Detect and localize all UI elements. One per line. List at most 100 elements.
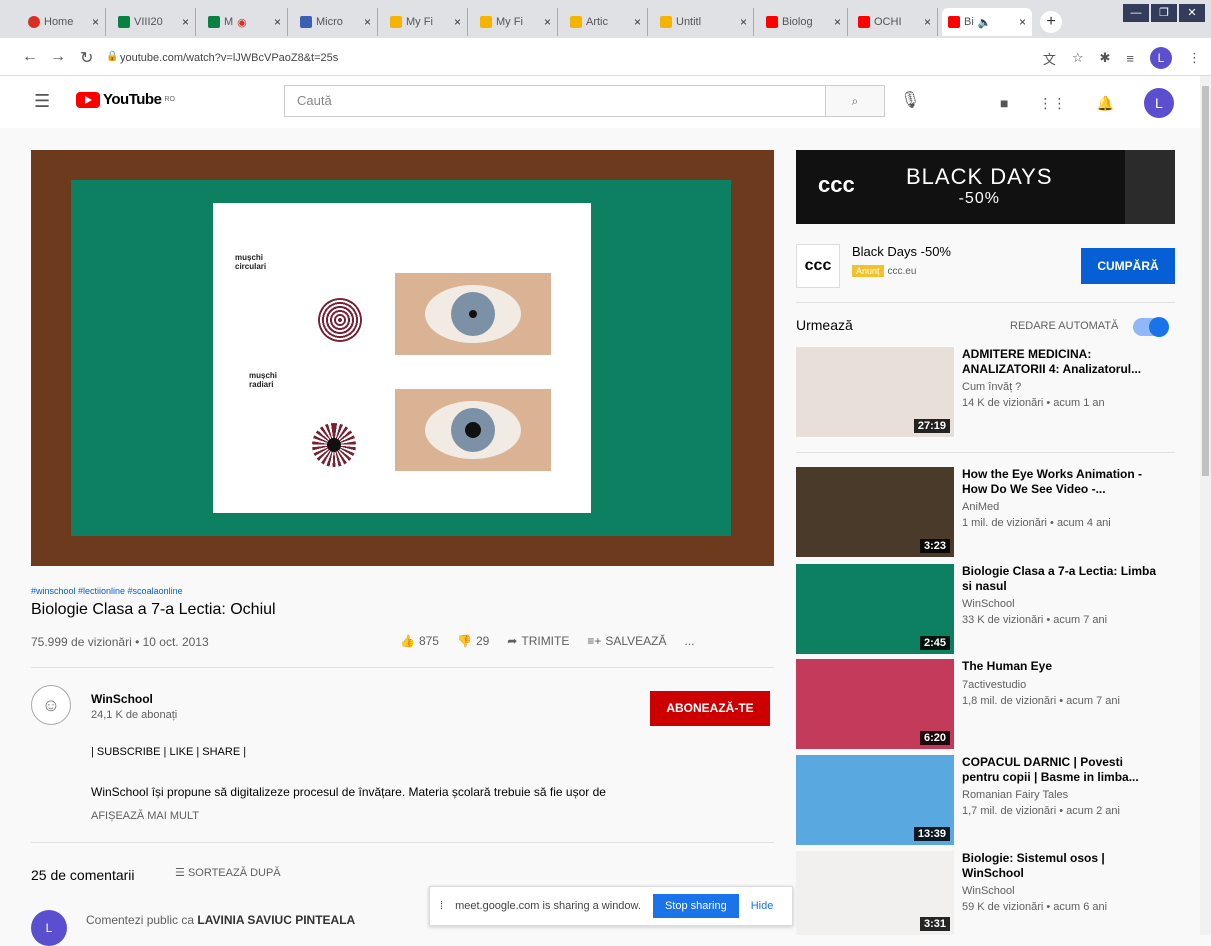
eye-image: [395, 273, 551, 355]
video-thumbnail[interactable]: 6:20: [796, 659, 954, 749]
subscribe-button[interactable]: ABONEAZĂ-TE: [650, 691, 770, 726]
video-channel[interactable]: WinSchool: [962, 885, 1015, 897]
sort-comments-button[interactable]: ☰ SORTEAZĂ DUPĂ: [175, 866, 281, 879]
close-tab-icon[interactable]: ×: [924, 15, 931, 29]
video-meta: 1,7 mil. de vizionări • acum 2 ani: [962, 805, 1120, 817]
close-tab-icon[interactable]: ×: [740, 15, 747, 29]
tab-favicon-icon: [118, 16, 130, 28]
profile-avatar[interactable]: L: [1150, 47, 1172, 69]
suggested-video[interactable]: 3:31 Biologie: Sistemul osos | WinSchool…: [796, 851, 1186, 941]
maximize-icon[interactable]: ❐: [1151, 4, 1177, 22]
reload-icon[interactable]: ↻: [80, 48, 93, 68]
thumbs-down-icon: 👎: [456, 634, 472, 648]
suggested-video[interactable]: 2:45 Biologie Clasa a 7-a Lectia: Limba …: [796, 564, 1186, 654]
audio-icon: 🔈: [977, 16, 992, 29]
suggested-video[interactable]: 6:20 The Human Eye 7activestudio 1,8 mil…: [796, 659, 1186, 749]
video-title[interactable]: ADMITERE MEDICINA: ANALIZATORII 4: Anali…: [962, 347, 1162, 377]
video-title[interactable]: COPACUL DARNIC | Povesti pentru copii | …: [962, 755, 1162, 785]
video-title[interactable]: How the Eye Works Animation - How Do We …: [962, 467, 1162, 497]
browser-tab[interactable]: My Fi ×: [384, 8, 468, 36]
minimize-icon[interactable]: —: [1123, 4, 1149, 22]
reading-list-icon[interactable]: ≡: [1126, 51, 1134, 66]
video-channel[interactable]: WinSchool: [962, 598, 1015, 610]
video-meta: 1 mil. de vizionări • acum 4 ani: [962, 517, 1111, 529]
browser-tab[interactable]: Home ×: [22, 8, 106, 36]
close-tab-icon[interactable]: ×: [834, 15, 841, 29]
account-avatar[interactable]: L: [1143, 88, 1174, 118]
video-channel[interactable]: 7activestudio: [962, 679, 1026, 691]
hamburger-menu-icon[interactable]: ☰: [34, 91, 50, 112]
new-tab-button[interactable]: +: [1040, 11, 1062, 33]
browser-tab[interactable]: OCHI ×: [852, 8, 938, 36]
share-button[interactable]: ➦ TRIMITE: [507, 634, 569, 648]
forward-icon[interactable]: →: [50, 48, 66, 66]
video-title[interactable]: The Human Eye: [962, 659, 1162, 674]
menu-kebab-icon[interactable]: ⋮: [1188, 50, 1201, 66]
like-button[interactable]: 👍 875: [400, 634, 439, 648]
page-scrollbar[interactable]: [1200, 76, 1211, 935]
channel-name[interactable]: WinSchool: [91, 692, 153, 706]
close-tab-icon[interactable]: ×: [274, 15, 281, 29]
ad-banner[interactable]: ccc BLACK DAYS -50%: [796, 150, 1175, 224]
browser-tab[interactable]: Untitl ×: [654, 8, 754, 36]
back-icon[interactable]: ←: [22, 48, 38, 66]
ad-logo[interactable]: ccc: [796, 244, 840, 288]
browser-tab[interactable]: Biolog ×: [760, 8, 848, 36]
search-button[interactable]: ⌕: [825, 85, 885, 117]
ad-cta-button[interactable]: CUMPĂRĂ: [1081, 248, 1175, 284]
browser-tab[interactable]: My Fi ×: [474, 8, 558, 36]
video-thumbnail[interactable]: 27:19: [796, 347, 954, 437]
url-field[interactable]: youtube.com/watch?v=lJWBcVPaoZ8&t=25s: [120, 52, 338, 64]
hide-button[interactable]: Hide: [751, 900, 774, 912]
browser-tab[interactable]: M ◉ ×: [202, 8, 288, 36]
video-player[interactable]: mușchi circulari mușchi radiari: [31, 150, 774, 566]
browser-tab-active[interactable]: Bi 🔈 ×: [942, 8, 1032, 36]
video-title[interactable]: Biologie: Sistemul osos | WinSchool: [962, 851, 1162, 881]
microphone-icon[interactable]: 🎙: [900, 90, 920, 110]
video-channel[interactable]: Cum învăț ?: [962, 381, 1021, 393]
close-tab-icon[interactable]: ×: [182, 15, 189, 29]
browser-tab[interactable]: Artic ×: [564, 8, 648, 36]
video-thumbnail[interactable]: 2:45: [796, 564, 954, 654]
video-channel[interactable]: AniMed: [962, 501, 999, 513]
suggested-video[interactable]: 27:19 ADMITERE MEDICINA: ANALIZATORII 4:…: [796, 347, 1186, 437]
video-channel[interactable]: Romanian Fairy Tales: [962, 789, 1068, 801]
close-tab-icon[interactable]: ×: [454, 15, 461, 29]
video-duration: 3:31: [919, 917, 950, 931]
bookmark-star-icon[interactable]: ☆: [1072, 50, 1084, 66]
drag-handle-icon[interactable]: ⁞: [440, 900, 443, 912]
close-tab-icon[interactable]: ×: [364, 15, 371, 29]
suggested-video[interactable]: 3:23 How the Eye Works Animation - How D…: [796, 467, 1186, 557]
comment-input[interactable]: Comentezi public ca LAVINIA SAVIUC PINTE…: [86, 913, 355, 927]
save-button[interactable]: ≡+ SALVEAZĂ: [587, 634, 666, 648]
close-tab-icon[interactable]: ×: [92, 15, 99, 29]
screen-share-bar: ⁞ meet.google.com is sharing a window. S…: [429, 886, 793, 926]
scrollbar-thumb[interactable]: [1202, 86, 1209, 476]
ad-title[interactable]: Black Days -50%: [852, 244, 951, 259]
close-tab-icon[interactable]: ×: [544, 15, 551, 29]
more-actions-button[interactable]: ...: [685, 634, 695, 648]
show-more-button[interactable]: AFIȘEAZĂ MAI MULT: [91, 810, 199, 822]
translate-icon[interactable]: 文: [1043, 49, 1056, 68]
notifications-bell-icon[interactable]: 🔔: [1096, 95, 1113, 112]
video-thumbnail[interactable]: 3:31: [796, 851, 954, 935]
suggested-video[interactable]: 13:39 COPACUL DARNIC | Povesti pentru co…: [796, 755, 1186, 845]
video-thumbnail[interactable]: 3:23: [796, 467, 954, 557]
browser-tab[interactable]: VIII20 ×: [112, 8, 196, 36]
stop-sharing-button[interactable]: Stop sharing: [652, 894, 739, 918]
extensions-icon[interactable]: ✱: [1100, 50, 1111, 66]
video-hashtags[interactable]: #winschool #lectiionline #scoalaonline: [31, 586, 183, 596]
channel-avatar[interactable]: ☺: [31, 685, 71, 725]
dislike-button[interactable]: 👎 29: [457, 634, 489, 648]
youtube-logo[interactable]: YouTube RO: [76, 91, 175, 108]
video-thumbnail[interactable]: 13:39: [796, 755, 954, 845]
browser-tab[interactable]: Micro ×: [294, 8, 378, 36]
search-input[interactable]: Caută: [284, 85, 826, 117]
close-tab-icon[interactable]: ×: [634, 15, 641, 29]
video-title[interactable]: Biologie Clasa a 7-a Lectia: Limba si na…: [962, 564, 1162, 594]
close-tab-icon[interactable]: ×: [1019, 15, 1026, 29]
autoplay-toggle[interactable]: [1133, 317, 1169, 337]
create-video-icon[interactable]: ■: [1000, 95, 1008, 111]
close-window-icon[interactable]: ✕: [1179, 4, 1205, 22]
apps-grid-icon[interactable]: ⋮⋮: [1038, 95, 1066, 112]
